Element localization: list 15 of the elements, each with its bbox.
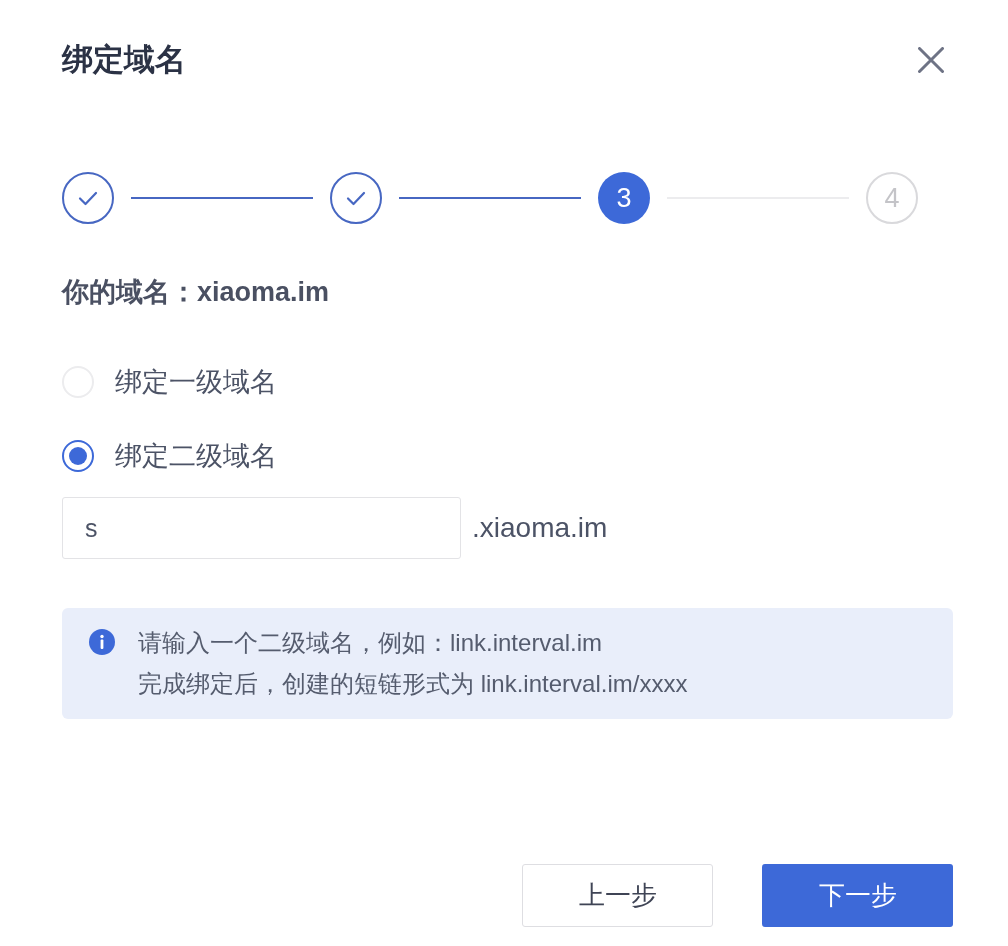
radio-label[interactable]: 绑定二级域名 (115, 436, 277, 476)
step-number: 4 (866, 172, 918, 224)
step-number: 3 (598, 172, 650, 224)
close-icon[interactable] (918, 47, 944, 73)
dialog-title: 绑定域名 (62, 41, 186, 79)
domain-label: 你的域名：xiaoma.im (62, 276, 330, 309)
radio-label[interactable]: 绑定一级域名 (115, 362, 277, 402)
domain-suffix: .xiaoma.im (472, 512, 608, 544)
radio-button[interactable] (62, 440, 94, 472)
notice-text: 完成绑定后，创建的短链形式为 link.interval.im/xxxx (138, 669, 688, 699)
notice-text: 请输入一个二级域名，例如：link.interval.im (138, 628, 603, 658)
previous-button[interactable]: 上一步 (522, 864, 713, 927)
next-button[interactable]: 下一步 (762, 864, 953, 927)
info-icon (89, 629, 115, 655)
subdomain-input[interactable]: s (62, 497, 461, 559)
